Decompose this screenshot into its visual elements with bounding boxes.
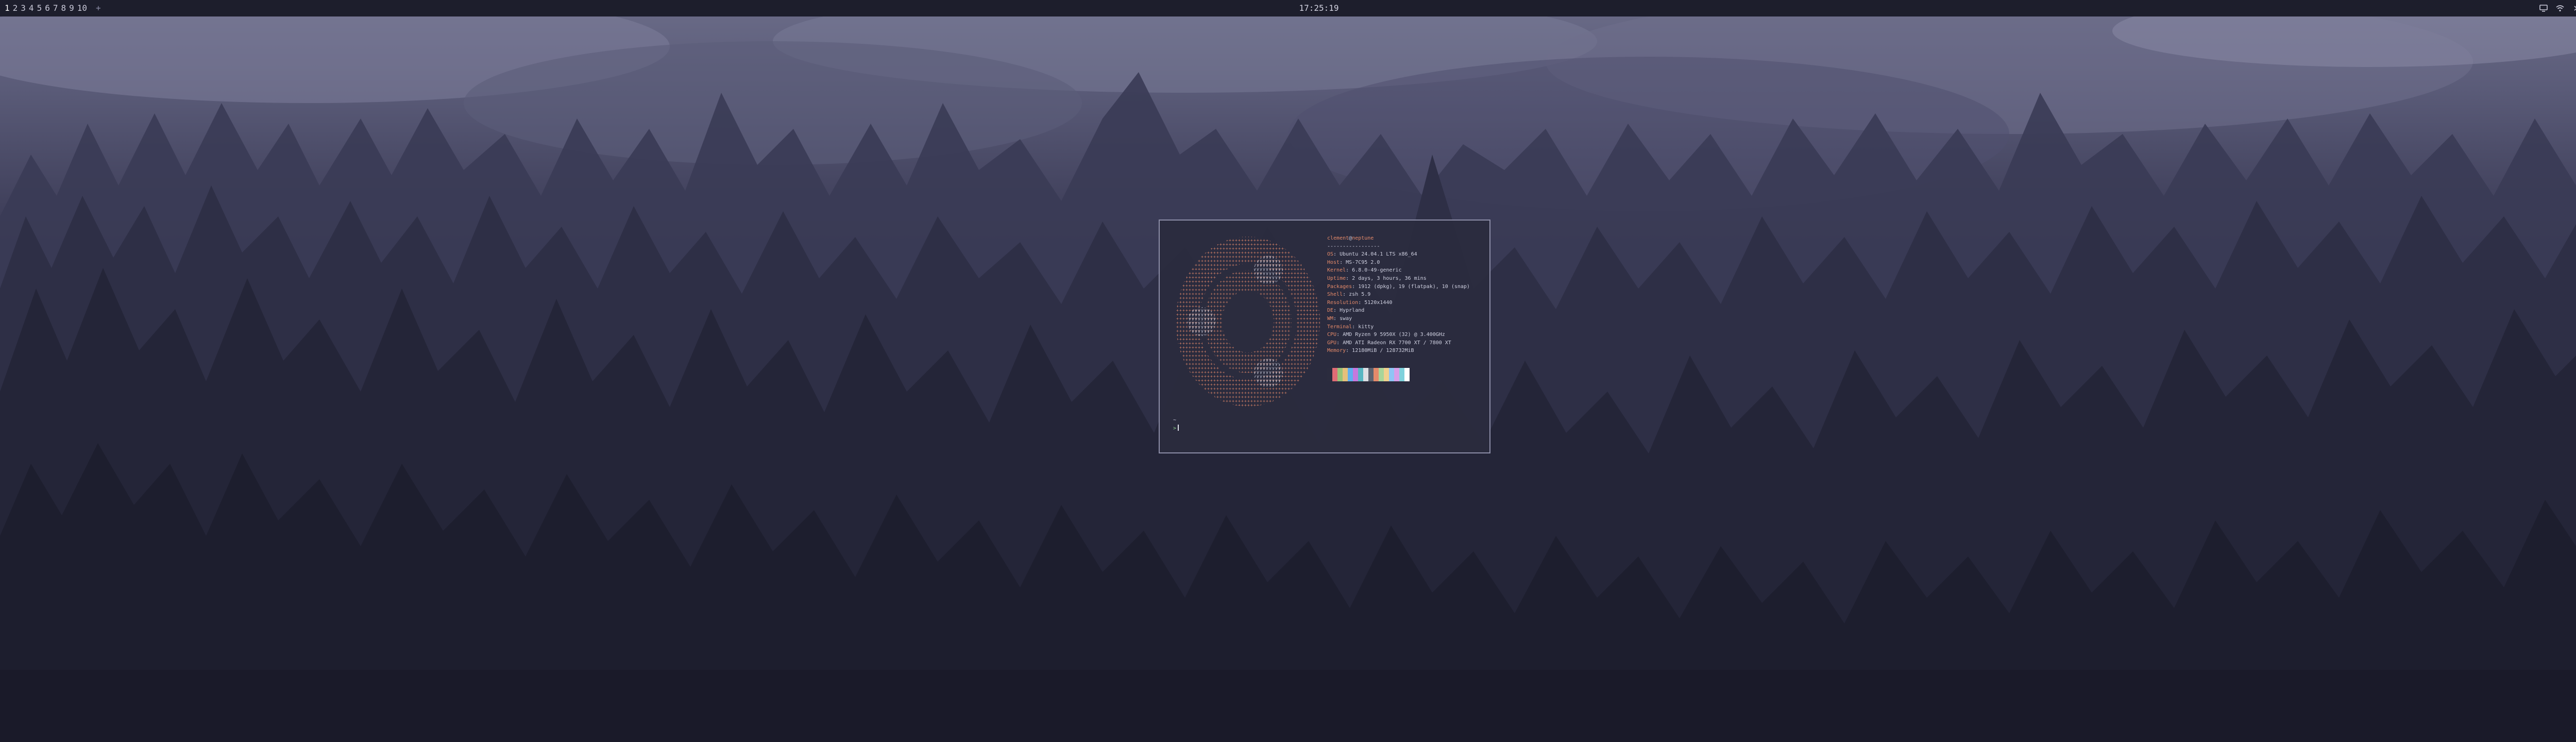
info-key: Resolution: [1327, 299, 1359, 306]
prompt-input-line[interactable]: >: [1173, 425, 1179, 433]
info-key: Terminal: [1327, 324, 1352, 330]
shell-prompt[interactable]: ~ >: [1173, 416, 1179, 433]
info-value: 1912 (dpkg), 19 (flatpak), 10 (snap): [1358, 283, 1470, 290]
palette-swatch: [1343, 368, 1348, 381]
palette-swatch: [1332, 368, 1337, 381]
info-key: WM: [1327, 315, 1334, 322]
clock[interactable]: 17:25:19: [0, 0, 2576, 16]
info-key: CPU: [1327, 332, 1337, 338]
info-row-terminal: Terminal: kitty: [1327, 324, 1374, 330]
ubuntu-ascii-logo: + y: [1176, 237, 1320, 407]
prompt-symbol: >: [1173, 426, 1177, 431]
terminal-window[interactable]: + y clement@neptune ----------------- OS…: [1159, 220, 1490, 453]
username: clement: [1327, 235, 1349, 241]
palette-swatch: [1327, 368, 1332, 381]
palette-swatch: [1379, 368, 1384, 381]
info-key: Host: [1327, 259, 1340, 265]
system-info-panel: clement@neptune ----------------- OS: Ub…: [1327, 234, 1482, 355]
info-key: Memory: [1327, 348, 1346, 354]
info-value: Ubuntu 24.04.1 LTS x86_64: [1340, 251, 1417, 258]
info-value: AMD Ryzen 9 5950X (32) @ 3.400GHz: [1343, 332, 1445, 338]
info-row-gpu: GPU: AMD ATI Radeon RX 7700 XT / 7800 XT: [1327, 340, 1451, 346]
info-value: sway: [1340, 315, 1352, 322]
info-row-kernel: Kernel: 6.8.0-49-generic: [1327, 267, 1402, 274]
palette-swatch: [1384, 368, 1389, 381]
info-key: DE: [1327, 308, 1334, 314]
color-palette: [1327, 368, 1410, 381]
info-value: kitty: [1358, 324, 1374, 330]
monitor-icon[interactable]: [2539, 4, 2548, 13]
palette-swatch: [1368, 368, 1374, 381]
info-row-uptime: Uptime: 2 days, 3 hours, 36 mins: [1327, 275, 1427, 281]
info-key: Packages: [1327, 283, 1352, 290]
info-row-memory: Memory: 12180MiB / 128732MiB: [1327, 348, 1414, 354]
info-value: zsh 5.9: [1349, 292, 1371, 298]
info-value: AMD ATI Radeon RX 7700 XT / 7800 XT: [1343, 340, 1451, 346]
info-value: 2 days, 3 hours, 36 mins: [1352, 275, 1427, 281]
info-key: OS: [1327, 251, 1334, 258]
palette-swatch: [1353, 368, 1358, 381]
info-row-host: Host: MS-7C95 2.0: [1327, 259, 1380, 265]
info-key: Kernel: [1327, 267, 1346, 274]
info-key: Shell: [1327, 292, 1343, 298]
palette-swatch: [1399, 368, 1404, 381]
info-row-os: OS: Ubuntu 24.04.1 LTS x86_64: [1327, 251, 1417, 258]
bluetooth-icon[interactable]: [2572, 4, 2576, 13]
info-row-cpu: CPU: AMD Ryzen 9 5950X (32) @ 3.400GHz: [1327, 332, 1445, 338]
palette-swatch: [1394, 368, 1399, 381]
text-cursor: [1178, 425, 1179, 431]
info-value: 6.8.0-49-generic: [1352, 267, 1402, 274]
palette-swatch: [1374, 368, 1379, 381]
system-tray: [2539, 0, 2576, 16]
info-row-de: DE: Hyprland: [1327, 308, 1365, 314]
info-value: MS-7C95 2.0: [1346, 259, 1380, 265]
top-status-bar: 1 2 3 4 5 6 7 8 9 10 + 17:25:19: [0, 0, 2576, 16]
hostname: neptune: [1352, 235, 1374, 241]
palette-swatch: [1363, 368, 1368, 381]
info-row-packages: Packages: 1912 (dpkg), 19 (flatpak), 10 …: [1327, 283, 1470, 290]
info-row-wm: WM: sway: [1327, 315, 1352, 322]
palette-swatch: [1389, 368, 1394, 381]
info-value: 5120x1440: [1364, 299, 1393, 306]
palette-swatch: [1404, 368, 1410, 381]
palette-swatch: [1348, 368, 1353, 381]
info-row-resolution: Resolution: 5120x1440: [1327, 299, 1393, 306]
wifi-icon[interactable]: [2555, 4, 2565, 13]
palette-swatch: [1358, 368, 1363, 381]
info-key: GPU: [1327, 340, 1337, 346]
separator-line: -----------------: [1327, 243, 1380, 249]
info-key: Uptime: [1327, 275, 1346, 281]
info-value: 12180MiB / 128732MiB: [1352, 348, 1414, 354]
info-value: Hyprland: [1340, 308, 1365, 314]
prompt-path: ~: [1173, 417, 1177, 423]
palette-swatch: [1337, 368, 1343, 381]
info-row-shell: Shell: zsh 5.9: [1327, 292, 1371, 298]
user-host-line: clement@neptune: [1327, 234, 1482, 243]
